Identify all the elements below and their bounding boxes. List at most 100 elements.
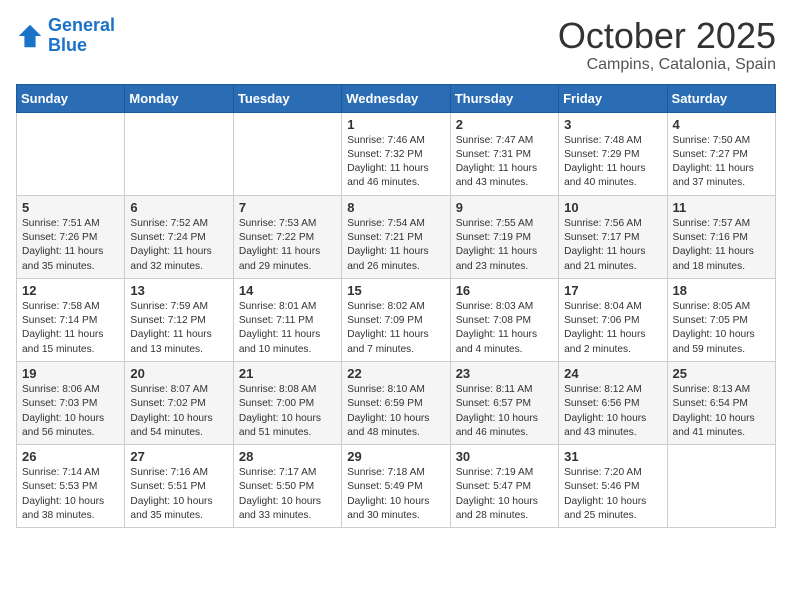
cell-content: Sunrise: 7:51 AM Sunset: 7:26 PM Dayligh… (22, 217, 119, 274)
cell-content: Sunrise: 7:58 AM Sunset: 7:14 PM Dayligh… (22, 300, 119, 357)
day-number: 21 (239, 366, 336, 381)
cell-content: Sunrise: 7:19 AM Sunset: 5:47 PM Dayligh… (456, 466, 553, 523)
calendar-cell: 2 Sunrise: 7:47 AM Sunset: 7:31 PM Daylig… (450, 112, 558, 195)
calendar-cell (17, 112, 125, 195)
calendar-cell: 27Sunrise: 7:16 AM Sunset: 5:51 PM Dayli… (125, 445, 233, 528)
calendar-cell: 13 Sunrise: 7:59 AM Sunset: 7:12 PM Dayli… (125, 278, 233, 361)
day-number: 26 (22, 449, 119, 464)
logo-icon (16, 22, 44, 50)
cell-content: Sunrise: 8:02 AM Sunset: 7:09 PM Dayligh… (347, 300, 444, 357)
calendar-cell: 21Sunrise: 8:08 AM Sunset: 7:00 PM Dayli… (233, 361, 341, 444)
day-number: 7 (239, 200, 336, 215)
header-wednesday: Wednesday (342, 84, 450, 112)
cell-content: Sunrise: 8:04 AM Sunset: 7:06 PM Dayligh… (564, 300, 661, 357)
cell-content: Sunrise: 7:46 AM Sunset: 7:32 PM Dayligh… (347, 134, 444, 191)
calendar-cell: 5 Sunrise: 7:51 AM Sunset: 7:26 PM Daylig… (17, 195, 125, 278)
calendar-cell: 28Sunrise: 7:17 AM Sunset: 5:50 PM Dayli… (233, 445, 341, 528)
day-number: 15 (347, 283, 444, 298)
calendar-cell: 29 Sunrise: 7:18 AM Sunset: 5:49 PM Dayli… (342, 445, 450, 528)
header-sunday: Sunday (17, 84, 125, 112)
cell-content: Sunrise: 7:54 AM Sunset: 7:21 PM Dayligh… (347, 217, 444, 274)
cell-content: Sunrise: 8:10 AM Sunset: 6:59 PM Dayligh… (347, 383, 444, 440)
day-number: 10 (564, 200, 661, 215)
calendar-cell: 25 Sunrise: 8:13 AM Sunset: 6:54 PM Dayli… (667, 361, 775, 444)
day-number: 17 (564, 283, 661, 298)
title-area: October 2025 Campins, Catalonia, Spain (558, 16, 776, 74)
day-number: 5 (22, 200, 119, 215)
calendar-week-4: 19 Sunrise: 8:06 AM Sunset: 7:03 PM Dayli… (17, 361, 776, 444)
month-title: October 2025 (558, 16, 776, 56)
day-number: 8 (347, 200, 444, 215)
calendar-cell: 6Sunrise: 7:52 AM Sunset: 7:24 PM Daylig… (125, 195, 233, 278)
header-saturday: Saturday (667, 84, 775, 112)
calendar-cell: 20Sunrise: 8:07 AM Sunset: 7:02 PM Dayli… (125, 361, 233, 444)
header-thursday: Thursday (450, 84, 558, 112)
cell-content: Sunrise: 7:14 AM Sunset: 5:53 PM Dayligh… (22, 466, 119, 523)
day-number: 20 (130, 366, 227, 381)
calendar-cell: 11 Sunrise: 7:57 AM Sunset: 7:16 PM Dayli… (667, 195, 775, 278)
subtitle: Campins, Catalonia, Spain (558, 56, 776, 74)
day-number: 31 (564, 449, 661, 464)
cell-content: Sunrise: 7:55 AM Sunset: 7:19 PM Dayligh… (456, 217, 553, 274)
day-number: 3 (564, 117, 661, 132)
calendar-cell: 31Sunrise: 7:20 AM Sunset: 5:46 PM Dayli… (559, 445, 667, 528)
calendar-cell: 30Sunrise: 7:19 AM Sunset: 5:47 PM Dayli… (450, 445, 558, 528)
day-number: 6 (130, 200, 227, 215)
calendar-cell: 17 Sunrise: 8:04 AM Sunset: 7:06 PM Dayli… (559, 278, 667, 361)
cell-content: Sunrise: 8:01 AM Sunset: 7:11 PM Dayligh… (239, 300, 336, 357)
day-number: 19 (22, 366, 119, 381)
day-number: 1 (347, 117, 444, 132)
day-number: 29 (347, 449, 444, 464)
day-number: 16 (456, 283, 553, 298)
day-number: 9 (456, 200, 553, 215)
calendar-cell: 7 Sunrise: 7:53 AM Sunset: 7:22 PM Daylig… (233, 195, 341, 278)
logo: General Blue (16, 16, 115, 56)
calendar: SundayMondayTuesdayWednesdayThursdayFrid… (16, 84, 776, 529)
cell-content: Sunrise: 7:56 AM Sunset: 7:17 PM Dayligh… (564, 217, 661, 274)
logo-line1: General (48, 15, 115, 35)
cell-content: Sunrise: 7:48 AM Sunset: 7:29 PM Dayligh… (564, 134, 661, 191)
day-number: 14 (239, 283, 336, 298)
calendar-cell (125, 112, 233, 195)
cell-content: Sunrise: 8:13 AM Sunset: 6:54 PM Dayligh… (673, 383, 770, 440)
day-number: 13 (130, 283, 227, 298)
calendar-week-2: 5 Sunrise: 7:51 AM Sunset: 7:26 PM Daylig… (17, 195, 776, 278)
calendar-cell: 23 Sunrise: 8:11 AM Sunset: 6:57 PM Dayli… (450, 361, 558, 444)
calendar-cell: 26 Sunrise: 7:14 AM Sunset: 5:53 PM Dayli… (17, 445, 125, 528)
calendar-cell: 24Sunrise: 8:12 AM Sunset: 6:56 PM Dayli… (559, 361, 667, 444)
day-number: 12 (22, 283, 119, 298)
calendar-cell: 10 Sunrise: 7:56 AM Sunset: 7:17 PM Dayli… (559, 195, 667, 278)
header-tuesday: Tuesday (233, 84, 341, 112)
cell-content: Sunrise: 7:57 AM Sunset: 7:16 PM Dayligh… (673, 217, 770, 274)
day-number: 24 (564, 366, 661, 381)
day-number: 22 (347, 366, 444, 381)
cell-content: Sunrise: 7:18 AM Sunset: 5:49 PM Dayligh… (347, 466, 444, 523)
cell-content: Sunrise: 8:06 AM Sunset: 7:03 PM Dayligh… (22, 383, 119, 440)
cell-content: Sunrise: 7:17 AM Sunset: 5:50 PM Dayligh… (239, 466, 336, 523)
cell-content: Sunrise: 7:53 AM Sunset: 7:22 PM Dayligh… (239, 217, 336, 274)
calendar-cell (233, 112, 341, 195)
cell-content: Sunrise: 8:03 AM Sunset: 7:08 PM Dayligh… (456, 300, 553, 357)
logo-text: General Blue (48, 16, 115, 56)
calendar-cell: 15 Sunrise: 8:02 AM Sunset: 7:09 PM Dayli… (342, 278, 450, 361)
calendar-cell: 4Sunrise: 7:50 AM Sunset: 7:27 PM Daylig… (667, 112, 775, 195)
calendar-cell: 18Sunrise: 8:05 AM Sunset: 7:05 PM Dayli… (667, 278, 775, 361)
calendar-cell: 3 Sunrise: 7:48 AM Sunset: 7:29 PM Daylig… (559, 112, 667, 195)
cell-content: Sunrise: 7:59 AM Sunset: 7:12 PM Dayligh… (130, 300, 227, 357)
day-number: 11 (673, 200, 770, 215)
logo-line2: Blue (48, 35, 87, 55)
calendar-cell: 8 Sunrise: 7:54 AM Sunset: 7:21 PM Daylig… (342, 195, 450, 278)
day-number: 23 (456, 366, 553, 381)
calendar-cell: 16 Sunrise: 8:03 AM Sunset: 7:08 PM Dayli… (450, 278, 558, 361)
day-number: 25 (673, 366, 770, 381)
cell-content: Sunrise: 7:16 AM Sunset: 5:51 PM Dayligh… (130, 466, 227, 523)
day-number: 2 (456, 117, 553, 132)
day-number: 4 (673, 117, 770, 132)
cell-content: Sunrise: 8:11 AM Sunset: 6:57 PM Dayligh… (456, 383, 553, 440)
header: General Blue October 2025 Campins, Catal… (16, 16, 776, 74)
calendar-week-3: 12 Sunrise: 7:58 AM Sunset: 7:14 PM Dayli… (17, 278, 776, 361)
calendar-header-row: SundayMondayTuesdayWednesdayThursdayFrid… (17, 84, 776, 112)
calendar-week-5: 26 Sunrise: 7:14 AM Sunset: 5:53 PM Dayli… (17, 445, 776, 528)
cell-content: Sunrise: 7:47 AM Sunset: 7:31 PM Dayligh… (456, 134, 553, 191)
day-number: 18 (673, 283, 770, 298)
